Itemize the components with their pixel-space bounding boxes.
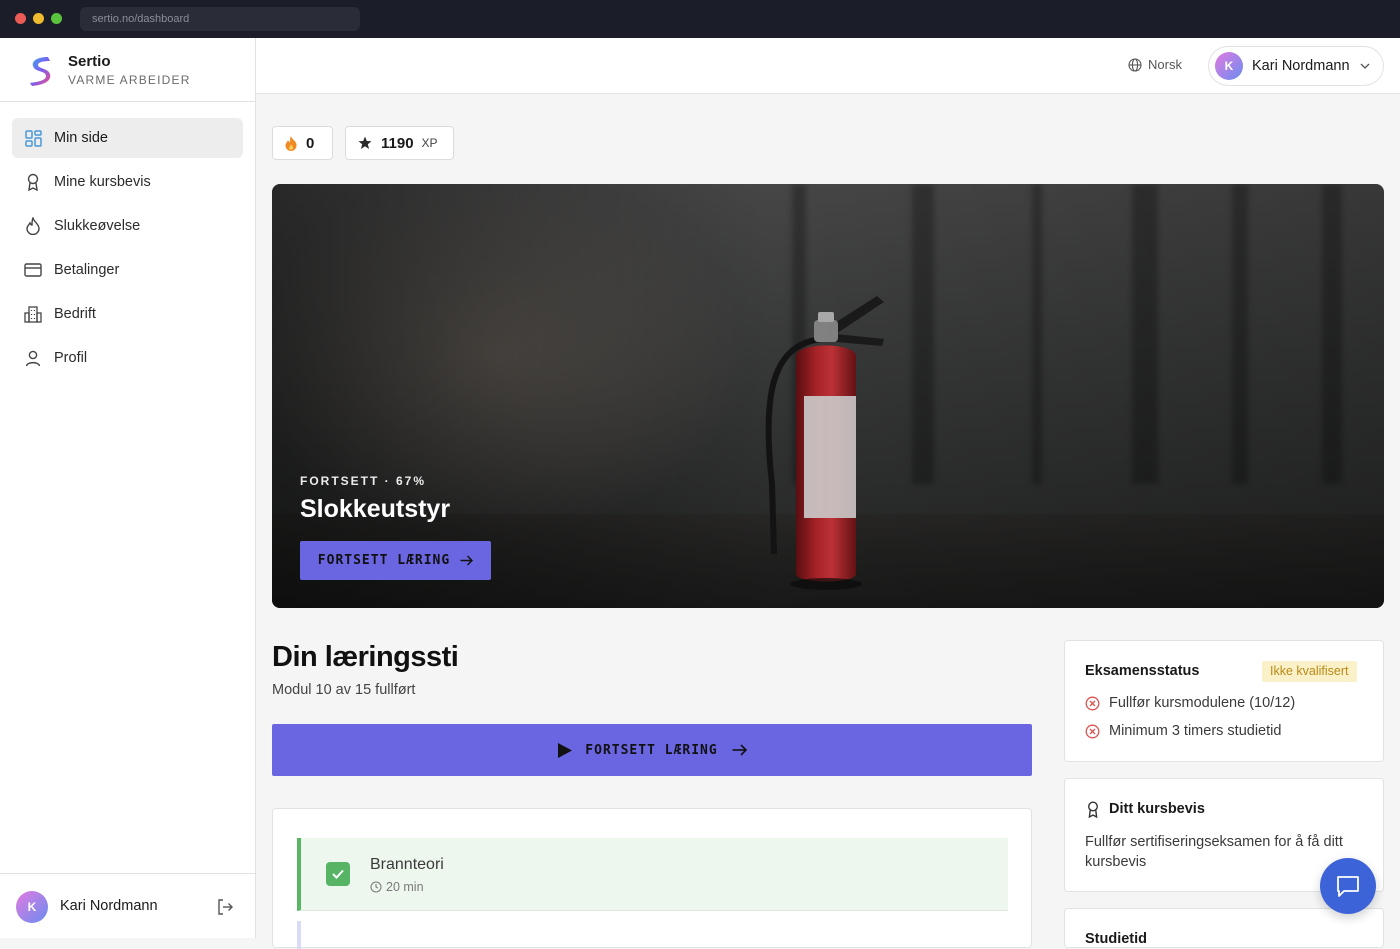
- flame-icon: [24, 217, 42, 235]
- continue-learning-label: FORTSETT LÆRING: [585, 742, 718, 758]
- credit-card-icon: [24, 261, 42, 279]
- chevron-down-icon: [1360, 63, 1369, 69]
- chat-button[interactable]: [1320, 858, 1376, 914]
- sidebar-item-label: Min side: [54, 130, 108, 146]
- hero-continue-label: FORTSETT LÆRING: [317, 553, 451, 568]
- sidebar-item-label: Betalinger: [54, 262, 120, 278]
- exam-status-title: Eksamensstatus: [1085, 663, 1200, 679]
- module-duration-label: 20 min: [386, 880, 424, 894]
- sidebar-item-profil[interactable]: Profil: [12, 338, 243, 378]
- sidebar-item-mine-kursbevis[interactable]: Mine kursbevis: [12, 162, 243, 202]
- award-icon: [1087, 801, 1099, 818]
- xp-counter: 1190 XP: [345, 126, 454, 160]
- x-circle-icon: [1085, 724, 1100, 738]
- hero-progress-label: FORTSETT · 67%: [300, 474, 427, 488]
- status-badge: Ikke kvalifisert: [1262, 661, 1357, 682]
- module-title: Brannteori: [370, 856, 444, 873]
- brand-name: Sertio: [68, 53, 111, 70]
- window-maximize-button[interactable]: [51, 13, 62, 24]
- list-item[interactable]: Brannteori 20 min: [297, 838, 1008, 911]
- hero-continue-button[interactable]: FORTSETT LÆRING: [300, 541, 491, 580]
- user-menu-button[interactable]: K Kari Nordmann: [1208, 46, 1384, 86]
- certificate-description: Fullfør sertifiseringseksamen for å få d…: [1085, 834, 1343, 870]
- sidebar-item-betalinger[interactable]: Betalinger: [12, 250, 243, 290]
- sidebar-nav: Min side Mine kursbevis Slukkeøvelse Bet…: [12, 118, 243, 382]
- arrow-right-icon: [460, 555, 474, 566]
- top-bar: Norsk K Kari Nordmann: [256, 38, 1400, 94]
- learning-path-title: Din læringssti: [272, 641, 459, 673]
- continue-course-hero[interactable]: FORTSETT · 67% Slokkeutstyr FORTSETT LÆR…: [272, 184, 1384, 608]
- sidebar-item-slukkeovelse[interactable]: Slukkeøvelse: [12, 206, 243, 246]
- exam-requirement-label: Minimum 3 timers studietid: [1109, 723, 1282, 739]
- window-minimize-button[interactable]: [33, 13, 44, 24]
- sidebar-item-label: Slukkeøvelse: [54, 218, 141, 234]
- sidebar-user-name: Kari Nordmann: [60, 898, 158, 914]
- module-duration: 20 min: [370, 880, 424, 894]
- language-selector[interactable]: Norsk: [1128, 57, 1182, 72]
- sertio-logo-icon: [30, 57, 51, 86]
- clock-icon: [370, 881, 382, 893]
- brand-subtitle: VARME ARBEIDER: [68, 73, 191, 87]
- exam-requirement: Minimum 3 timers studietid: [1085, 723, 1281, 739]
- sidebar-user-footer: K Kari Nordmann: [0, 873, 255, 938]
- sidebar-item-bedrift[interactable]: Bedrift: [12, 294, 243, 334]
- sidebar-item-label: Profil: [54, 350, 88, 366]
- xp-value: 1190: [381, 134, 414, 152]
- language-label: Norsk: [1148, 57, 1182, 72]
- user-name: Kari Nordmann: [1252, 58, 1350, 74]
- fire-icon: [285, 135, 297, 151]
- grid-icon: [24, 129, 42, 147]
- chat-icon: [1337, 875, 1359, 897]
- streak-counter: 0: [272, 126, 333, 160]
- xp-unit: XP: [421, 136, 438, 150]
- streak-value: 0: [306, 134, 315, 152]
- window-close-button[interactable]: [15, 13, 26, 24]
- study-time-card: Studietid: [1064, 908, 1384, 948]
- brand-header: Sertio VARME ARBEIDER: [0, 38, 255, 102]
- browser-chrome: sertio.no/dashboard: [0, 0, 1400, 38]
- avatar: K: [1215, 52, 1243, 80]
- play-icon: [558, 742, 573, 758]
- certificate-title: Ditt kursbevis: [1109, 801, 1205, 817]
- address-bar[interactable]: sertio.no/dashboard: [80, 7, 360, 31]
- next-module-indicator: [297, 921, 301, 949]
- hero-course-title: Slokkeutstyr: [300, 495, 451, 523]
- star-icon: [358, 136, 372, 150]
- check-icon: [326, 862, 350, 886]
- exam-requirement: Fullfør kursmodulene (10/12): [1085, 695, 1295, 711]
- exam-status-card: Eksamensstatus Ikke kvalifisert Fullfør …: [1064, 640, 1384, 762]
- learning-path-progress: Modul 10 av 15 fullført: [272, 682, 416, 698]
- avatar[interactable]: K: [16, 891, 48, 923]
- exam-requirement-label: Fullfør kursmodulene (10/12): [1109, 695, 1296, 711]
- building-icon: [24, 305, 42, 323]
- sidebar-item-label: Mine kursbevis: [54, 174, 151, 190]
- arrow-right-icon: [732, 744, 747, 756]
- continue-learning-button[interactable]: FORTSETT LÆRING: [272, 724, 1032, 776]
- globe-icon: [1128, 57, 1142, 72]
- study-time-title: Studietid: [1085, 931, 1148, 947]
- sidebar: Sertio VARME ARBEIDER Min side Mine kurs…: [0, 38, 256, 938]
- logout-icon[interactable]: [216, 898, 234, 916]
- sidebar-item-min-side[interactable]: Min side: [12, 118, 243, 158]
- award-icon: [24, 173, 42, 191]
- x-circle-icon: [1085, 696, 1100, 710]
- sidebar-item-label: Bedrift: [54, 306, 96, 322]
- user-icon: [24, 349, 42, 367]
- module-list: Brannteori 20 min: [272, 808, 1032, 949]
